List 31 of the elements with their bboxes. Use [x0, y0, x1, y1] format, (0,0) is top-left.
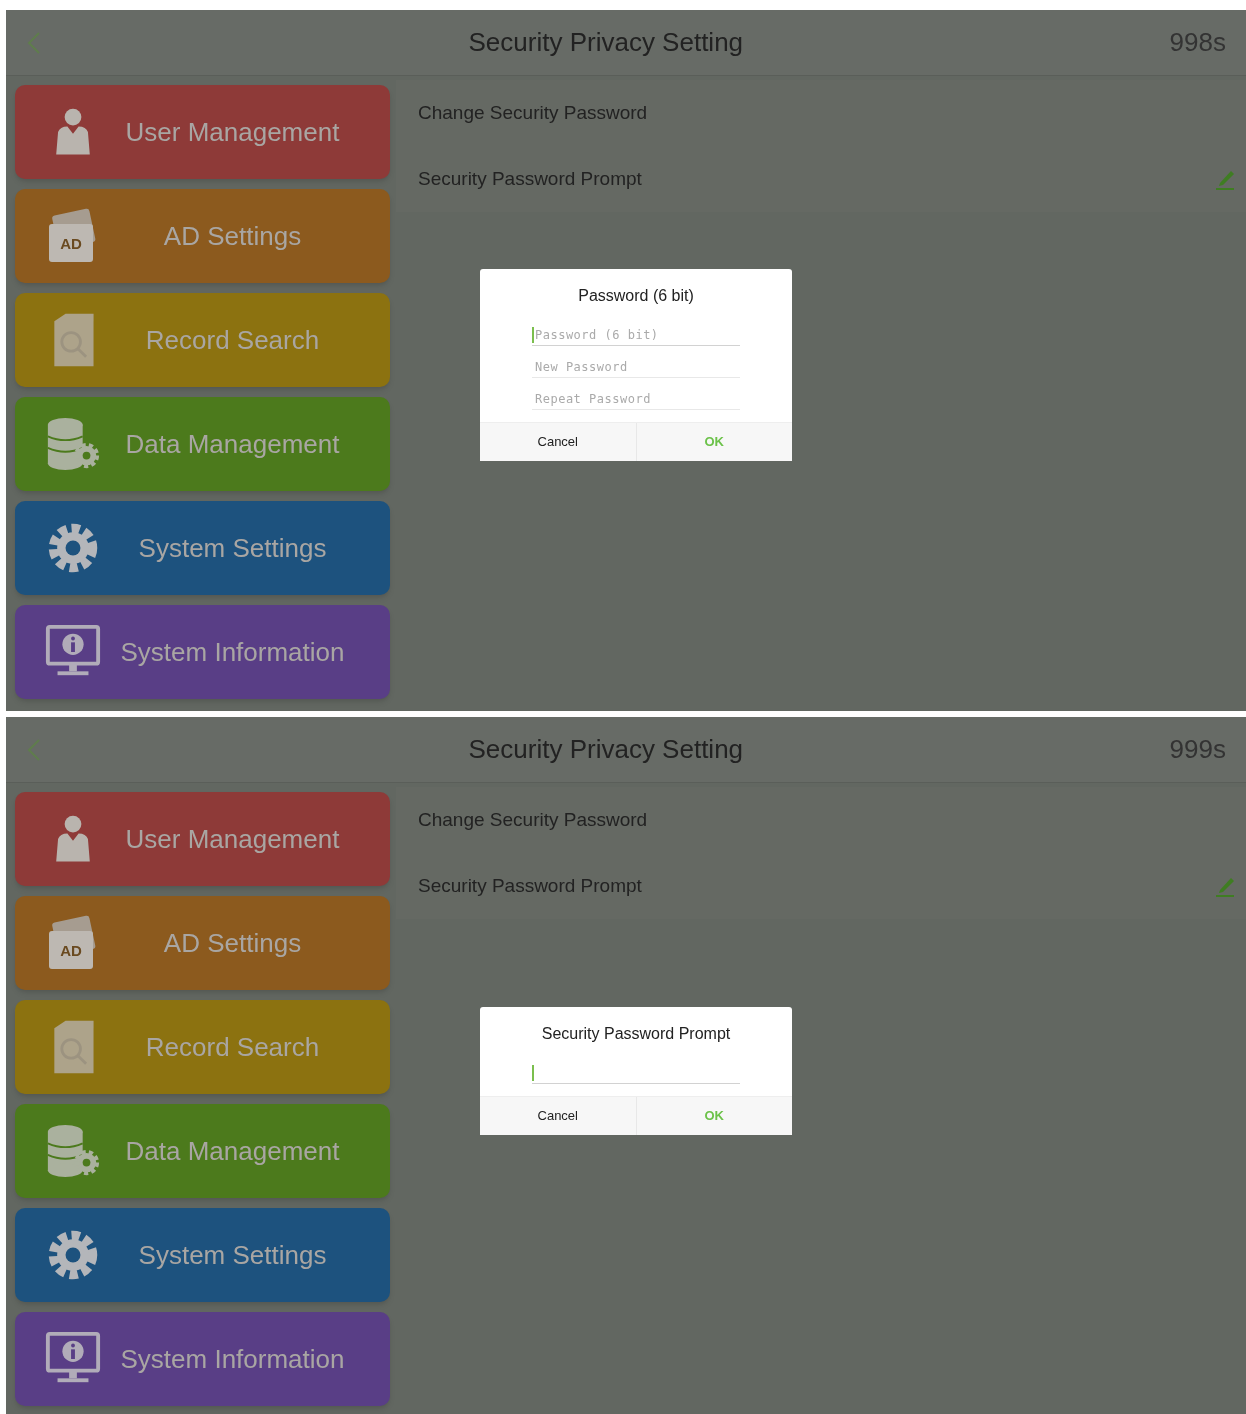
menu-tile[interactable]: Record Search [15, 293, 390, 387]
page-title: Security Privacy Setting [467, 733, 745, 766]
input-field[interactable]: Repeat Password [532, 388, 740, 410]
menu-tile[interactable]: AD AD Settings [15, 896, 390, 990]
menu-tile[interactable]: User Management [15, 792, 390, 886]
countdown-timer: 998s [1169, 26, 1226, 59]
input-field[interactable]: New Password [532, 356, 740, 378]
menu-tile[interactable]: System Information [15, 1312, 390, 1406]
dialog-title: Password (6 bit) [577, 286, 695, 306]
ok-button[interactable]: OK [635, 1097, 792, 1135]
text-cursor [532, 1065, 534, 1081]
ok-button[interactable]: OK [635, 423, 792, 461]
back-icon[interactable] [26, 30, 42, 55]
pencil-icon[interactable] [1214, 875, 1236, 897]
input-field[interactable]: Password (6 bit) [532, 324, 740, 346]
menu-tile[interactable]: User Management [15, 85, 390, 179]
menu-tile[interactable]: Data Management [15, 1104, 390, 1198]
menu-tile[interactable]: AD AD Settings [15, 189, 390, 283]
menu-tile[interactable]: System Settings [15, 1208, 390, 1302]
menu-tile[interactable]: System Information [15, 605, 390, 699]
cancel-button[interactable]: Cancel [480, 423, 636, 461]
menu-tile[interactable]: System Settings [15, 501, 390, 595]
cancel-button[interactable]: Cancel [480, 1097, 636, 1135]
menu-tile[interactable]: Data Management [15, 397, 390, 491]
menu-tile[interactable]: Record Search [15, 1000, 390, 1094]
pencil-icon[interactable] [1214, 168, 1236, 190]
back-icon[interactable] [26, 737, 42, 762]
text-cursor [532, 327, 534, 343]
page-title: Security Privacy Setting [467, 26, 745, 59]
countdown-timer: 999s [1169, 733, 1226, 766]
dialog-title: Security Password Prompt [540, 1024, 732, 1044]
